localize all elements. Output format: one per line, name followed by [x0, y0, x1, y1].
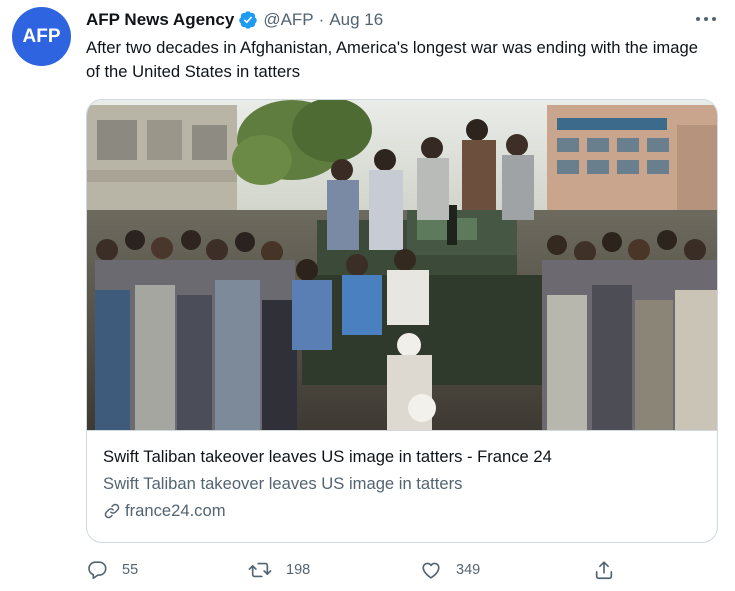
card-description: Swift Taliban takeover leaves US image i… [103, 474, 463, 493]
avatar-logo-text: AFP [22, 25, 61, 47]
retweet-count: 198 [286, 562, 311, 578]
more-icon [696, 17, 716, 21]
tweet-text: After two decades in Afghanistan, Americ… [86, 38, 698, 81]
user-handle[interactable]: @AFP [263, 10, 313, 30]
card-image[interactable] [87, 100, 717, 431]
card-domain-link[interactable]: france24.com [103, 500, 703, 522]
retweet-icon [248, 562, 272, 578]
reply-icon [88, 561, 107, 580]
tweet-actions: 55 198 349 [86, 556, 626, 584]
card-domain: france24.com [125, 501, 226, 520]
card-title[interactable]: Swift Taliban takeover leaves US image i… [103, 446, 703, 468]
verified-badge-icon [238, 10, 258, 30]
share-icon [595, 561, 613, 580]
crowd-photo [87, 100, 717, 430]
tweet-header: AFP News Agency @AFP · Aug 16 [86, 8, 383, 32]
retweet-button[interactable]: 198 [248, 556, 310, 584]
display-name[interactable]: AFP News Agency [86, 10, 234, 30]
card-body: Swift Taliban takeover leaves US image i… [103, 446, 703, 522]
share-button[interactable] [593, 556, 629, 584]
reply-count: 55 [122, 562, 139, 578]
link-icon [103, 502, 121, 520]
tweet[interactable]: AFP AFP News Agency @AFP · Aug 16 After … [0, 0, 735, 591]
tweet-date[interactable]: Aug 16 [329, 10, 383, 30]
avatar[interactable]: AFP [12, 7, 71, 66]
heart-icon [422, 562, 440, 579]
reply-button[interactable]: 55 [86, 556, 138, 584]
like-count: 349 [456, 562, 481, 578]
link-card[interactable]: Swift Taliban takeover leaves US image i… [86, 99, 718, 543]
more-options-button[interactable] [690, 8, 722, 30]
header-separator: · [318, 10, 325, 29]
like-button[interactable]: 349 [420, 556, 480, 584]
